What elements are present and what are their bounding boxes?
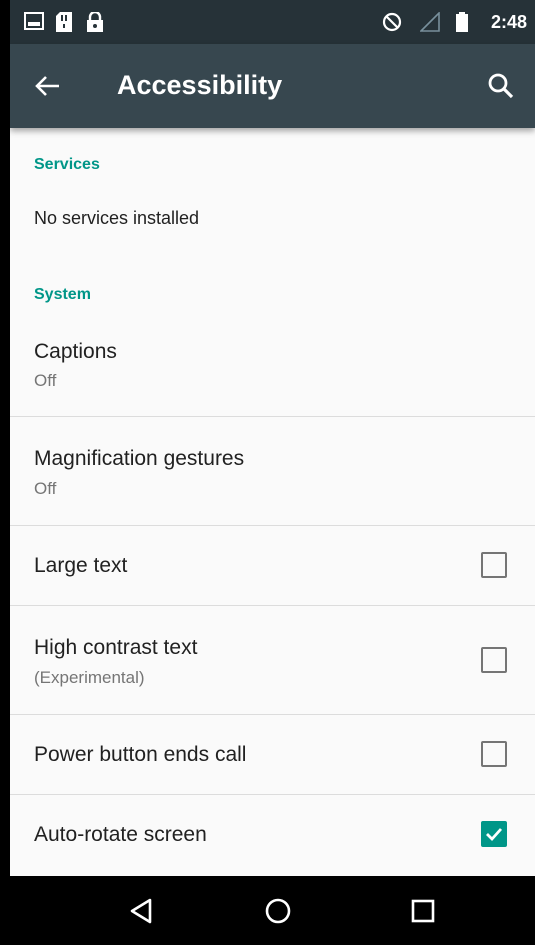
search-button[interactable]: [481, 66, 521, 106]
pref-title: Large text: [34, 554, 128, 577]
nav-home-button[interactable]: [255, 888, 301, 934]
preference-list: Services No services installed System Ca…: [10, 128, 535, 876]
pref-title: High contrast text: [34, 636, 198, 659]
pref-summary: Off: [34, 371, 57, 390]
back-triangle-icon: [130, 898, 152, 924]
section-header-services: Services: [34, 156, 100, 173]
status-bar: 2:48: [10, 0, 535, 44]
checkmark-icon: [486, 828, 503, 842]
nav-recents-button[interactable]: [400, 888, 446, 934]
large-text-checkbox[interactable]: [481, 552, 507, 578]
do-not-disturb-icon: [382, 12, 402, 37]
app-toolbar: Accessibility: [10, 44, 535, 128]
high-contrast-checkbox[interactable]: [481, 647, 507, 673]
pref-magnification-gestures[interactable]: Magnification gestures Off: [10, 417, 535, 526]
pref-title: Magnification gestures: [34, 447, 245, 470]
pref-summary: Off: [34, 479, 57, 498]
pref-high-contrast-text[interactable]: High contrast text (Experimental): [10, 606, 535, 715]
pref-captions[interactable]: Captions Off: [10, 318, 535, 417]
arrow-back-icon: [35, 76, 59, 96]
search-icon: [488, 73, 514, 99]
pref-title: Power button ends call: [34, 743, 247, 766]
pref-title: Auto-rotate screen: [34, 823, 207, 846]
pref-power-button-ends-call[interactable]: Power button ends call: [10, 715, 535, 795]
page-title: Accessibility: [117, 70, 283, 100]
sd-card-icon: [56, 12, 72, 37]
status-time: 2:48: [490, 12, 527, 32]
auto-rotate-checkbox[interactable]: [481, 821, 507, 847]
pref-title: Captions: [34, 340, 117, 363]
recents-square-icon: [411, 899, 435, 923]
back-button[interactable]: [28, 66, 68, 106]
nav-back-button[interactable]: [118, 888, 164, 934]
no-services-text: No services installed: [34, 208, 200, 228]
signal-icon: [419, 11, 440, 37]
system-nav-bar: [10, 876, 535, 945]
pref-auto-rotate-screen[interactable]: Auto-rotate screen: [10, 795, 535, 876]
image-icon: [24, 12, 44, 35]
home-circle-icon: [265, 898, 291, 924]
lock-icon: [86, 10, 104, 37]
section-header-system: System: [34, 286, 91, 303]
screen: 2:48 Accessibility Services No services …: [10, 0, 535, 945]
pref-summary: (Experimental): [34, 668, 145, 687]
power-button-checkbox[interactable]: [481, 741, 507, 767]
battery-icon: [456, 12, 468, 37]
pref-large-text[interactable]: Large text: [10, 526, 535, 606]
